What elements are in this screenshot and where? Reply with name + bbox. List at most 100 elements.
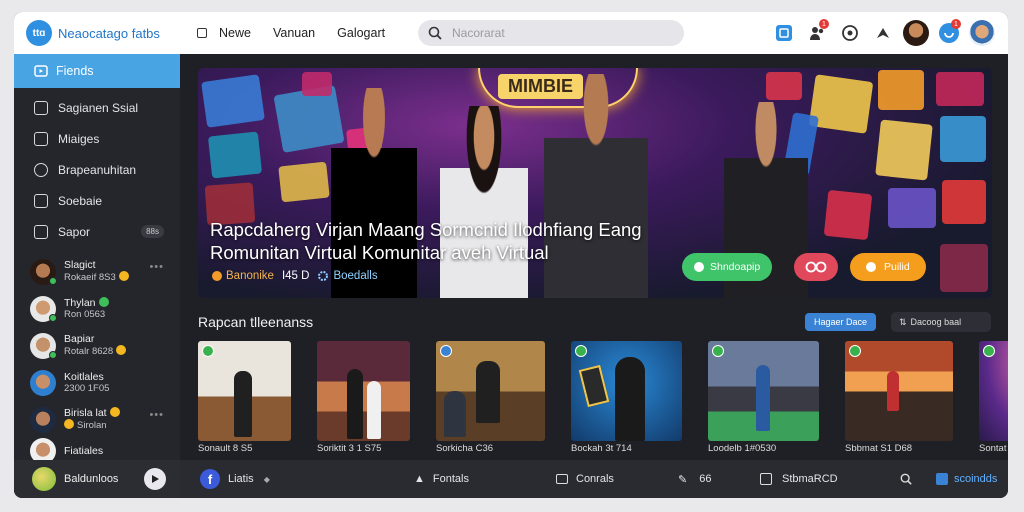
- share-icon[interactable]: [869, 19, 897, 47]
- video-label: Sontat 0 1 4: [979, 443, 1008, 454]
- toolbar-item-stbmarcd[interactable]: StbmaRCD: [760, 473, 838, 485]
- media-tile: [936, 72, 984, 106]
- toolbar-item-pins[interactable]: ✎ 66: [678, 473, 711, 486]
- app-square-icon[interactable]: [770, 19, 798, 47]
- toolbar-label: Liatis: [228, 473, 254, 485]
- play-icon[interactable]: [144, 468, 166, 490]
- media-tile: [942, 180, 986, 224]
- avatar: [30, 332, 57, 359]
- nav-item-galogart[interactable]: Galogart: [337, 26, 385, 40]
- video-thumbnail: [436, 341, 545, 441]
- emoji-icon: [64, 419, 74, 429]
- sidebar-item-soebaie[interactable]: Soebaie: [14, 185, 180, 216]
- header-actions: 1 1: [765, 19, 996, 47]
- friend-item[interactable]: Slagict Rokaeif 8S3 •••: [14, 253, 180, 290]
- sidebar-item-sapor[interactable]: Sapor 88s: [14, 216, 180, 247]
- media-tile: [875, 119, 933, 181]
- sidebar-item-brapeanuhitan[interactable]: Brapeanuhitan: [14, 154, 180, 185]
- avatar: [32, 467, 56, 491]
- hero-meta: Banonike I45 D Boedalls: [212, 270, 378, 282]
- notification-icon[interactable]: 1: [935, 19, 963, 47]
- hero-like-button[interactable]: [794, 253, 838, 281]
- video-card[interactable]: Soriktit 3 1 S75: [317, 341, 410, 457]
- friend-item[interactable]: Bapiar Rotalr 8628: [14, 327, 180, 364]
- filter-chip[interactable]: Hagaer Dace: [805, 313, 877, 331]
- sidebar-item-label: Sapor: [58, 224, 91, 239]
- toolbar-item-conrals[interactable]: Conrals: [556, 473, 614, 485]
- toolbar-search-button[interactable]: [900, 473, 912, 485]
- toolbar-item-fontals[interactable]: ▲ Fontals: [414, 473, 469, 485]
- location-pin-icon[interactable]: [836, 19, 864, 47]
- section-title: Rapcan tlleenanss: [198, 314, 314, 330]
- pin-icon: ✎: [678, 473, 688, 486]
- sidebar-item-fiends[interactable]: Fiends: [14, 54, 180, 88]
- nav-item-vanuan[interactable]: Vanuan: [273, 26, 315, 40]
- user-avatar[interactable]: [968, 19, 996, 47]
- video-card[interactable]: Sonault 8 S5: [198, 341, 291, 457]
- friend-status: Rotalr 8628: [64, 346, 114, 357]
- media-tile: [940, 116, 986, 162]
- media-tile: [207, 131, 263, 179]
- toolbar-label: 66: [699, 473, 712, 485]
- friend-item[interactable]: Koitlales 2300 1F05: [14, 364, 180, 401]
- media-tile: [808, 74, 874, 134]
- top-bar: ttɑ Neaocatago fatbs Newe Vanuan Galogar…: [14, 12, 1008, 54]
- avatar: [30, 295, 57, 322]
- video-card[interactable]: Sontat 0 1 4: [979, 341, 1008, 457]
- logo-badge-icon: ttɑ: [26, 20, 52, 46]
- media-tile: [278, 161, 330, 203]
- search-input[interactable]: [452, 26, 652, 40]
- check-icon: [34, 131, 48, 146]
- hero-publish-button[interactable]: Puilid: [850, 253, 926, 281]
- sidebar-bottom[interactable]: Baldunloos: [14, 460, 180, 498]
- button-label: Shndoapip: [710, 261, 761, 273]
- sidebar-bottom-label: Baldunloos: [64, 473, 119, 485]
- friend-item[interactable]: Thylan Ron 0563: [14, 290, 180, 327]
- friend-status: 2300 1F05: [64, 382, 110, 394]
- verified-icon: [202, 345, 214, 357]
- video-card[interactable]: Sorkicha C36: [436, 341, 545, 457]
- hero-title: Rapcdaherg Virjan Maang Sormcnid Ilodhfi…: [210, 219, 642, 263]
- more-icon[interactable]: •••: [149, 261, 164, 273]
- sidebar-item-label: Brapeanuhitan: [58, 162, 137, 177]
- sidebar-item-social[interactable]: Sagianen Ssial: [14, 92, 180, 123]
- verified-icon: [712, 345, 724, 357]
- hero-link[interactable]: Boedalls: [333, 270, 377, 282]
- video-card[interactable]: Loodelb 1#0530: [708, 341, 819, 457]
- profile-people-icon[interactable]: 1: [803, 19, 831, 47]
- sort-dropdown[interactable]: ⇅ Dacoog baal: [891, 312, 991, 332]
- video-thumbnail: [845, 341, 953, 441]
- facebook-icon: f: [200, 469, 220, 489]
- online-dot: [49, 350, 57, 359]
- video-label: Sonault 8 S5: [198, 443, 253, 454]
- sidebar-item-label: Miaiges: [58, 131, 100, 146]
- more-icon[interactable]: •••: [149, 409, 164, 421]
- sidebar-item-label: Sagianen Ssial: [58, 100, 139, 115]
- video-card[interactable]: Bockah 3t 714: [571, 341, 682, 457]
- video-card[interactable]: Sbbmat S1 D68: [845, 341, 953, 457]
- search-icon: [900, 473, 912, 485]
- media-tile: [766, 72, 802, 100]
- nav-label: Newe: [219, 26, 251, 40]
- toolbar-item-scoindds[interactable]: scoindds: [936, 473, 997, 485]
- hero-banner[interactable]: MIMBIE Rapcdaherg Virjan Maang Sormcnid …: [198, 68, 992, 298]
- sidebar-item-miaiges[interactable]: Miaiges: [14, 123, 180, 154]
- profile-avatar[interactable]: [902, 19, 930, 47]
- friend-item[interactable]: Birisla lat Sirolan •••: [14, 401, 180, 438]
- hero-source[interactable]: Banonike: [226, 270, 274, 282]
- logo[interactable]: ttɑ Neaocatago fatbs: [26, 20, 191, 46]
- hero-follow-button[interactable]: Shndoapip: [682, 253, 773, 281]
- notification-badge: 1: [951, 19, 961, 29]
- calendar-icon: [760, 473, 772, 485]
- toolbar-item-lists[interactable]: f Liatis ◆: [200, 469, 270, 489]
- friend-name: Fiatiales: [64, 445, 104, 457]
- online-dot: [49, 313, 57, 322]
- brand-icon: [936, 473, 948, 485]
- search-bar[interactable]: [418, 20, 684, 46]
- nav-item-newe[interactable]: Newe: [197, 26, 251, 40]
- source-icon: [212, 271, 222, 281]
- sapor-icon: [34, 224, 48, 239]
- video-label: Soriktit 3 1 S75: [317, 443, 382, 454]
- emoji-icon: [118, 271, 129, 281]
- video-grid: Sonault 8 S5 Soriktit 3 1 S75 Sorkicha C…: [198, 341, 1008, 457]
